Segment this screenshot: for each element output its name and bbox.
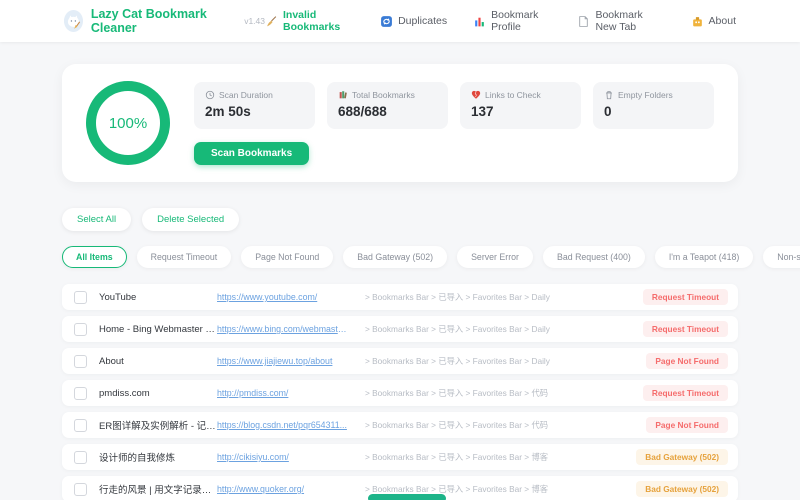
nav-item-label: Invalid Bookmarks — [282, 9, 341, 33]
bookmark-title: ER图详解及实例解析 - 记忆碎片的... — [99, 421, 217, 432]
bookmark-row: ER图详解及实例解析 - 记忆碎片的... https://blog.csdn.… — [62, 412, 738, 438]
filter-chip[interactable]: Bad Gateway (502) — [343, 246, 448, 268]
bookmark-folder-path: > Bookmarks Bar > 已导入 > Favorites Bar > … — [365, 452, 549, 462]
stat-total-bookmarks: Total Bookmarks 688/688 — [327, 81, 448, 129]
nav-item-label: Bookmark Profile — [491, 9, 539, 33]
status-badge: Request Timeout — [642, 385, 728, 401]
status-badge: Page Not Found — [646, 417, 728, 433]
row-checkbox[interactable] — [74, 322, 87, 336]
bookmark-url-link[interactable]: https://blog.csdn.net/pqr654311... — [217, 420, 351, 430]
stat-value: 137 — [471, 103, 494, 119]
nav-item-label: Bookmark New Tab — [595, 9, 643, 33]
scan-progress-ring: 100% — [86, 81, 170, 165]
bookmark-row: About https://www.jiajiewu.top/about > B… — [62, 348, 738, 374]
filter-chip[interactable]: Server Error — [457, 246, 533, 268]
status-badge: Page Not Found — [646, 353, 728, 369]
bookmark-url-link[interactable]: http://cikisiyu.com/ — [217, 452, 351, 462]
about-icon — [691, 15, 704, 28]
status-badge: Bad Gateway (502) — [636, 481, 728, 497]
filter-chip[interactable]: All Items — [62, 246, 127, 268]
bookmark-title: 设计师的自我修炼 — [99, 453, 176, 464]
stat-links-to-check: Links to Check 137 — [460, 81, 581, 129]
stat-empty-folders: Empty Folders 0 — [593, 81, 714, 129]
broom-icon — [265, 15, 278, 28]
nav-item-about[interactable]: About — [691, 15, 736, 28]
app-version: v1.43 — [244, 16, 265, 26]
app-title: Lazy Cat Bookmark Cleaner — [90, 7, 207, 35]
stat-label: Total Bookmarks — [352, 89, 415, 100]
scan-summary-card: 100% Scan Duration 2m 50s Total Bookmark… — [62, 64, 738, 182]
bookmark-title: Home - Bing Webmaster Tools — [99, 323, 217, 335]
row-checkbox[interactable] — [74, 482, 87, 496]
nav-item-label: Duplicates — [398, 15, 448, 27]
books-icon — [338, 90, 348, 100]
status-badge: Request Timeout — [642, 289, 728, 305]
select-all-button[interactable]: Select All — [62, 208, 132, 231]
bookmark-row: pmdiss.com http://pmdiss.com/ > Bookmark… — [62, 380, 738, 406]
bookmark-folder-path: > Bookmarks Bar > 已导入 > Favorites Bar > … — [365, 420, 549, 430]
new-tab-page-icon — [577, 15, 590, 28]
filter-chip[interactable]: Bad Request (400) — [542, 246, 645, 268]
delete-selected-button[interactable]: Delete Selected — [142, 208, 240, 231]
nav-item-invalid-bookmarks[interactable]: Invalid Bookmarks — [265, 9, 354, 33]
bookmark-row: Home - Bing Webmaster Tools https://www.… — [62, 316, 738, 342]
row-checkbox[interactable] — [74, 450, 87, 464]
stat-label: Empty Folders — [618, 89, 673, 100]
bookmark-url-link[interactable]: http://www.quoker.org/ — [217, 484, 351, 494]
bookmark-row: 设计师的自我修炼 http://cikisiyu.com/ > Bookmark… — [62, 444, 738, 470]
stat-label: Links to Check — [485, 89, 541, 100]
nav-menu: Invalid Bookmarks Duplicates Bookmark Pr… — [265, 9, 736, 33]
top-navbar: Lazy Cat Bookmark Cleaner v1.43 Invalid … — [0, 0, 800, 42]
bookmark-folder-path: > Bookmarks Bar > 已导入 > Favorites Bar > … — [365, 388, 549, 398]
filter-chip[interactable]: Request Timeout — [136, 246, 232, 268]
bookmark-title: YouTube — [99, 291, 137, 303]
stat-value: 688/688 — [338, 103, 387, 119]
filter-chip[interactable]: Page Not Found — [241, 246, 334, 268]
row-checkbox[interactable] — [74, 418, 87, 432]
nav-item-duplicates[interactable]: Duplicates — [380, 15, 447, 28]
bar-chart-icon — [473, 15, 486, 28]
app-brand: Lazy Cat Bookmark Cleaner v1.43 — [64, 7, 265, 35]
bookmark-url-link[interactable]: https://www.youtube.com/ — [217, 292, 351, 302]
bookmark-row: YouTube https://www.youtube.com/ > Bookm… — [62, 284, 738, 310]
stats-row: Scan Duration 2m 50s Total Bookmarks 688… — [194, 81, 714, 129]
nav-item-bookmark-profile[interactable]: Bookmark Profile — [473, 9, 551, 33]
bookmark-title: 行走的风景 | 用文字记录人生的风景 — [99, 485, 217, 496]
bookmark-title: About — [99, 355, 124, 367]
status-badge: Bad Gateway (502) — [636, 449, 728, 465]
nav-item-label: About — [708, 15, 736, 27]
stat-scan-duration: Scan Duration 2m 50s — [194, 81, 315, 129]
row-checkbox[interactable] — [74, 354, 87, 368]
clock-icon — [205, 90, 215, 100]
bookmark-list: YouTube https://www.youtube.com/ > Bookm… — [62, 284, 738, 500]
bulk-actions: Select All Delete Selected — [62, 208, 738, 231]
bookmark-folder-path: > Bookmarks Bar > 已导入 > Favorites Bar > … — [365, 356, 550, 366]
bookmark-url-link[interactable]: https://www.jiajiewu.top/about — [217, 356, 351, 366]
status-badge: Request Timeout — [642, 321, 728, 337]
bottom-scroll-indicator[interactable] — [368, 494, 446, 500]
stat-value: 0 — [604, 103, 612, 119]
trash-icon — [604, 90, 614, 100]
stat-label: Scan Duration — [219, 89, 273, 100]
bookmark-url-link[interactable]: http://pmdiss.com/ — [217, 388, 351, 398]
filter-chip[interactable]: Non-standard Error (466) — [763, 246, 800, 268]
cat-logo-icon — [64, 10, 83, 32]
nav-item-bookmark-new-tab[interactable]: Bookmark New Tab — [577, 9, 664, 33]
scan-progress-value: 100% — [108, 114, 148, 132]
filter-chip[interactable]: I'm a Teapot (418) — [654, 246, 754, 268]
row-checkbox[interactable] — [74, 290, 87, 304]
status-filter-bar: All Items Request Timeout Page Not Found… — [62, 246, 800, 268]
scan-bookmarks-button[interactable]: Scan Bookmarks — [194, 141, 310, 165]
duplicates-icon — [380, 15, 393, 28]
broken-heart-icon — [471, 90, 481, 100]
row-checkbox[interactable] — [74, 386, 87, 400]
bookmark-url-link[interactable]: https://www.bing.com/webmaster... — [217, 324, 351, 334]
bookmark-title: pmdiss.com — [99, 387, 150, 399]
bookmark-folder-path: > Bookmarks Bar > 已导入 > Favorites Bar > … — [365, 324, 550, 334]
stat-value: 2m 50s — [205, 103, 251, 119]
bookmark-folder-path: > Bookmarks Bar > 已导入 > Favorites Bar > … — [365, 292, 550, 302]
